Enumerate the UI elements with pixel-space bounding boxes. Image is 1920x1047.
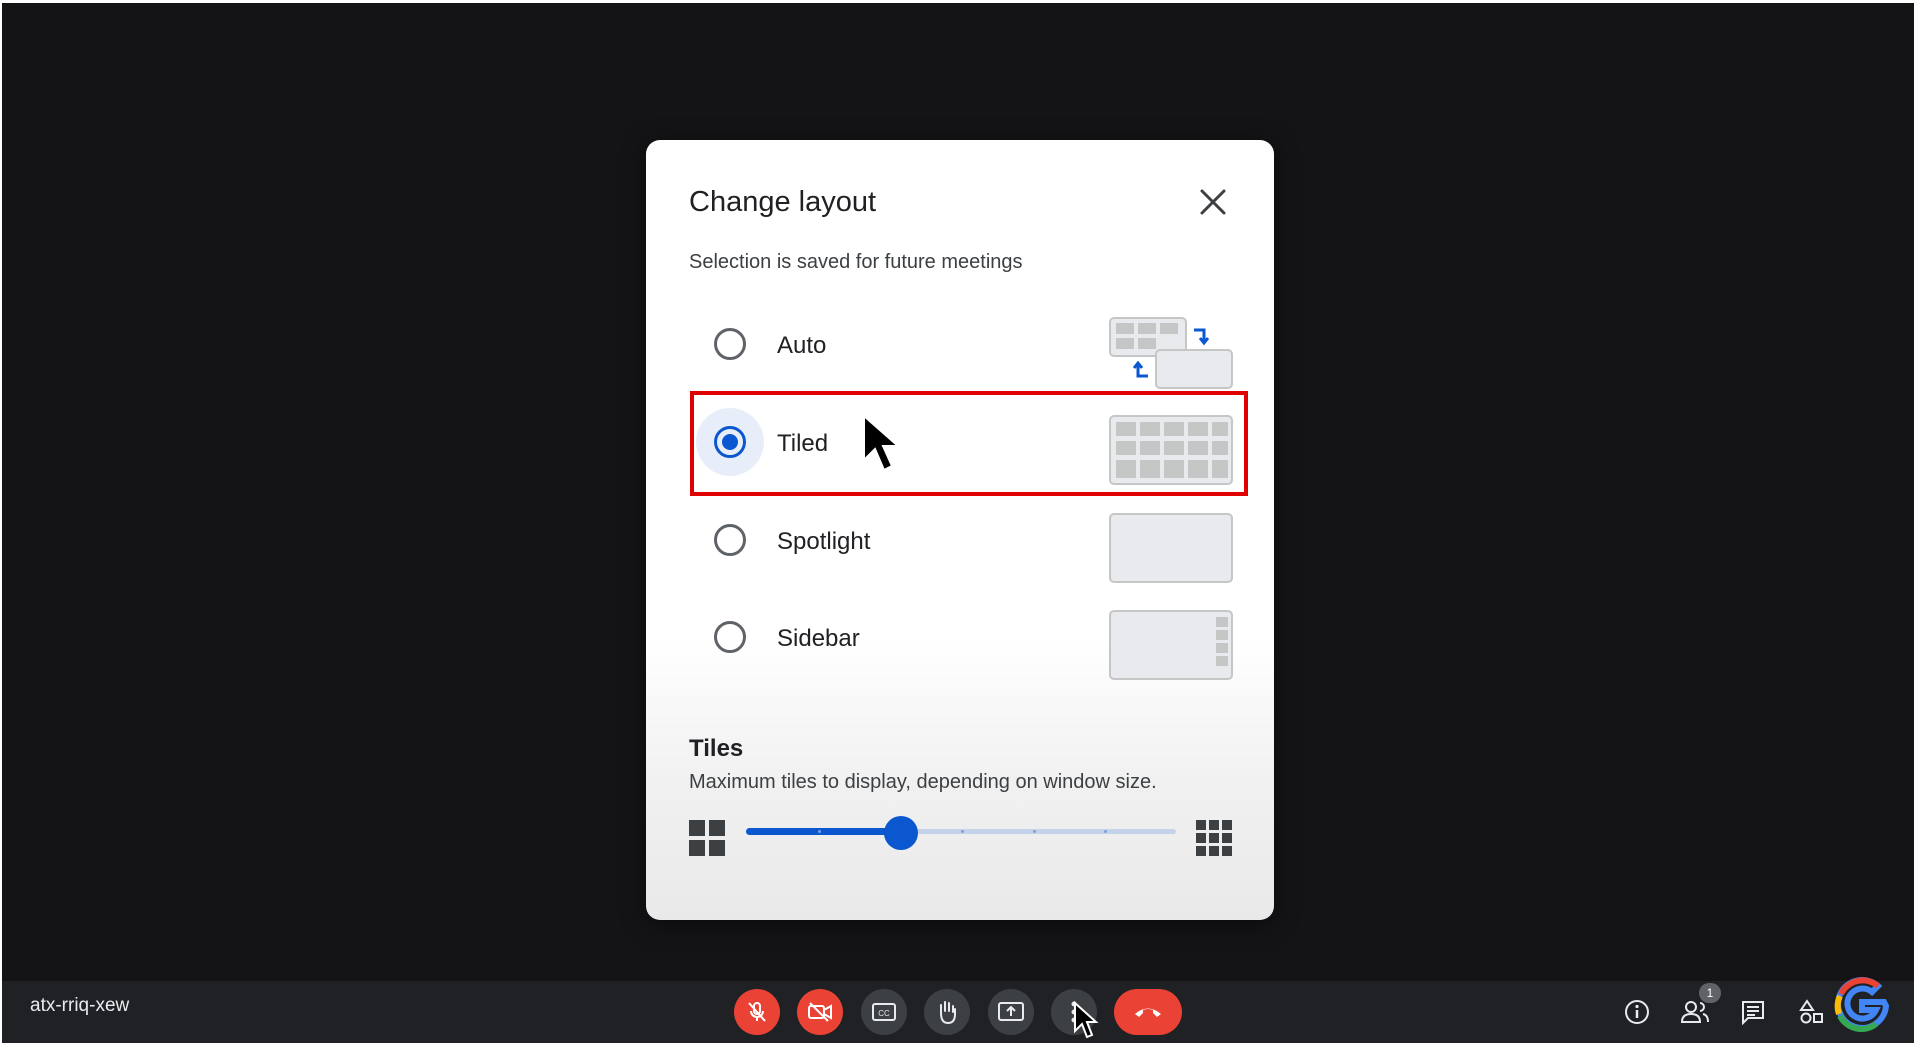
many-tiles-icon [1196,820,1232,856]
present-screen-button[interactable] [988,989,1034,1035]
sidebar-layout-icon [1109,610,1233,680]
google-logo-icon [1834,977,1890,1032]
tiles-heading: Tiles [689,735,744,762]
slider-tick [817,830,821,833]
spotlight-layout-icon [1109,513,1233,583]
option-label: Sidebar [777,625,860,652]
layout-option-auto[interactable]: Auto [693,304,1233,389]
meeting-code: atx-rriq-xew [30,995,130,1016]
layout-option-sidebar[interactable]: Sidebar [693,597,1233,681]
camera-off-icon [808,1002,832,1022]
svg-text:CC: CC [878,1009,890,1018]
radio-auto[interactable] [714,328,746,360]
raise-hand-icon [940,1001,956,1025]
chat-button[interactable] [1736,995,1770,1029]
radio-spotlight[interactable] [714,524,746,556]
slider-tick [961,830,964,833]
change-layout-dialog: Change layout Selection is saved for fut… [646,140,1274,920]
radio-sidebar[interactable] [714,621,746,653]
activities-shapes-icon [1799,999,1823,1024]
people-icon [1680,1001,1709,1023]
few-tiles-icon [689,820,725,856]
dialog-subtitle: Selection is saved for future meetings [689,251,1023,273]
mouse-cursor-icon [1074,1001,1099,1039]
option-label: Auto [777,332,827,359]
slider-tick [1032,830,1036,833]
participants-count-badge: 1 [1699,983,1721,1003]
activities-button[interactable] [1795,995,1829,1029]
leave-call-button[interactable] [1114,989,1182,1035]
close-icon [1200,189,1226,215]
option-label: Spotlight [777,528,871,555]
camera-toggle-button[interactable] [797,989,843,1035]
tiles-description: Maximum tiles to display, depending on w… [689,771,1157,793]
hang-up-icon [1135,1008,1161,1017]
slider-thumb[interactable] [883,816,918,850]
info-icon [1625,1000,1649,1024]
tiles-slider[interactable] [746,816,1176,850]
dialog-title: Change layout [689,186,877,218]
present-screen-icon [998,1002,1024,1021]
mic-toggle-button[interactable] [734,989,780,1035]
annotation-highlight-box [690,391,1248,496]
meeting-toolbar: atx-rriq-xew CC 1 [2,981,1914,1043]
auto-layout-icon [1109,317,1233,389]
layout-option-spotlight[interactable]: Spotlight [693,500,1233,584]
mouse-cursor-icon [863,414,901,472]
mic-off-icon [748,1002,766,1022]
captions-icon: CC [872,1003,896,1021]
captions-button[interactable]: CC [861,989,907,1035]
chat-icon [1742,1001,1764,1025]
raise-hand-button[interactable] [924,989,970,1035]
close-button[interactable] [1191,180,1235,224]
meeting-details-button[interactable] [1620,995,1654,1029]
slider-fill [746,828,901,835]
